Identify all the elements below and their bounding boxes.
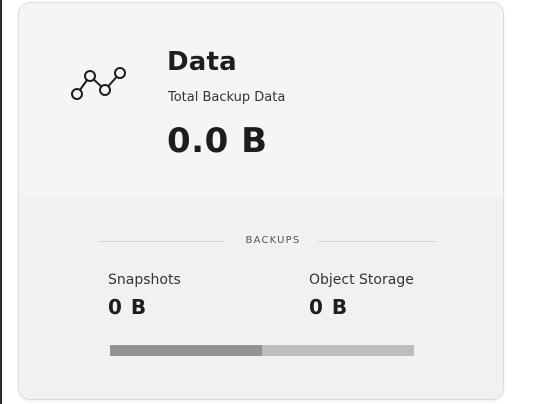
adjacent-panel-edge: [0, 0, 2, 404]
backups-section-label: BACKUPS: [245, 235, 301, 246]
card-title: Data: [167, 47, 237, 77]
total-backup-value: 0.0 B: [167, 121, 268, 161]
section-divider-left: [99, 241, 225, 242]
backup-data-card: Data Total Backup Data 0.0 B BACKUPS Sna…: [18, 2, 504, 400]
card-subtitle: Total Backup Data: [168, 90, 286, 105]
object-storage-value: 0 B: [309, 295, 349, 319]
line-chart-icon: [71, 67, 126, 100]
card-backups-section: [19, 197, 503, 399]
snapshots-value: 0 B: [108, 295, 148, 319]
storage-split-bar: [110, 345, 414, 356]
object-storage-label: Object Storage: [309, 272, 414, 288]
snapshots-bar-segment: [110, 345, 262, 356]
section-divider-right: [318, 241, 436, 242]
snapshots-label: Snapshots: [108, 272, 181, 288]
